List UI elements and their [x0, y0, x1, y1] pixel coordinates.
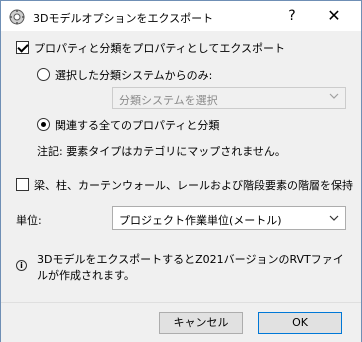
units-dropdown[interactable]: プロジェクト作業単位(メートル)	[112, 206, 346, 230]
all-related-label[interactable]: 関連する全てのプロパティと分類	[55, 117, 219, 133]
chevron-down-icon	[329, 215, 339, 221]
preserve-hierarchy-checkbox[interactable]	[16, 178, 29, 191]
export-3d-model-options-dialog: 3Dモデルオプションをエクスポート ? ✕ プロパティと分類をプロパティとしてエ…	[0, 0, 362, 342]
units-value: プロジェクト作業単位(メートル)	[119, 214, 282, 227]
selected-system-radio[interactable]	[37, 68, 50, 81]
preserve-hierarchy-label[interactable]: 梁、柱、カーテンウォール、レールおよび階段要素の階層を保持	[34, 177, 353, 193]
units-label: 単位:	[16, 214, 42, 227]
selected-system-label[interactable]: 選択した分類システムからのみ:	[55, 67, 212, 83]
classification-system-value: 分類システムを選択	[119, 94, 218, 107]
export-properties-checkbox[interactable]	[16, 41, 29, 54]
classification-system-dropdown[interactable]: 分類システムを選択	[112, 87, 346, 109]
button-bar: キャンセル OK	[1, 302, 361, 342]
app-icon	[9, 9, 25, 25]
title-bar: 3Dモデルオプションをエクスポート ? ✕	[1, 1, 361, 31]
ok-button[interactable]: OK	[258, 312, 342, 334]
cancel-button[interactable]: キャンセル	[159, 312, 243, 334]
all-related-radio[interactable]	[37, 118, 50, 131]
export-properties-label[interactable]: プロパティと分類をプロパティとしてエクスポート	[34, 40, 285, 56]
info-icon: i	[16, 260, 27, 271]
chevron-down-icon	[329, 93, 339, 99]
note-text: 注記: 要素タイプはカテゴリにマップされません。	[37, 145, 286, 158]
info-text: 3DモデルをエクスポートするとZ021バージョンのRVTファイルが作成されます。	[37, 253, 344, 282]
help-button[interactable]: ?	[281, 5, 303, 27]
dialog-title: 3Dモデルオプションをエクスポート	[33, 12, 214, 25]
close-button[interactable]: ✕	[323, 5, 345, 27]
